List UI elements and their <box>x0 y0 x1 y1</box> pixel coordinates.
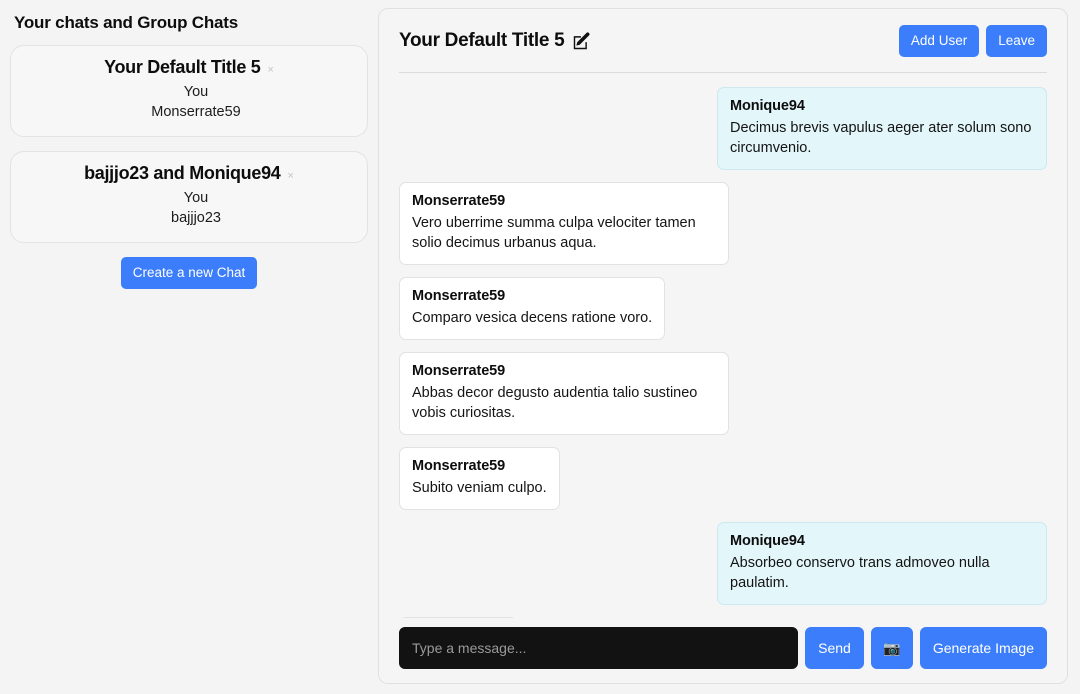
message-input[interactable] <box>399 627 799 669</box>
message-author: Monserrate59 <box>412 287 506 304</box>
message-text: Absorbeo conservo trans admoveo nulla pa… <box>730 554 990 591</box>
chat-card-title-row: bajjjo23 and Monique94 × <box>25 163 353 184</box>
message-text: Comparo vesica decens ratione voro. <box>412 309 653 326</box>
message-composer: Send 📷 Generate Image <box>379 618 1067 683</box>
message-author: Monserrate59 <box>412 362 506 379</box>
leave-button[interactable]: Leave <box>986 25 1047 57</box>
close-icon[interactable]: × <box>267 65 273 76</box>
message-author: Monserrate59 <box>412 457 506 474</box>
message-bubble: Monique94 Absorbeo conservo trans admove… <box>717 521 1047 605</box>
chat-app: Your chats and Group Chats Your Default … <box>0 0 1080 694</box>
chat-card-title-row: Your Default Title 5 × <box>25 57 353 78</box>
message-text: Vero uberrime summa culpa velociter tame… <box>412 214 696 251</box>
sidebar-heading: Your chats and Group Chats <box>14 13 239 32</box>
chat-header-left: Your Default Title 5 <box>399 30 591 52</box>
close-icon[interactable]: × <box>288 171 294 182</box>
message-text: Subito veniam culpo. <box>412 479 547 496</box>
generate-image-button[interactable]: Generate Image <box>919 627 1047 669</box>
message-text: Abbas decor degusto audentia talio susti… <box>412 384 698 421</box>
chat-card-title: bajjjo23 and Monique94 <box>84 163 281 183</box>
new-chat-wrap: Create a new Chat <box>10 257 368 289</box>
sidebar: Your chats and Group Chats Your Default … <box>0 0 378 289</box>
message-row: Monique94 Absorbeo conservo trans admove… <box>399 521 1047 605</box>
chat-card-members: You bajjjo23 <box>25 188 353 228</box>
message-bubble: Monserrate59 Subito veniam culpo. <box>399 446 560 510</box>
message-text: Decimus brevis vapulus aeger ater solum … <box>730 119 1032 156</box>
message-row: Monique94 Decimus brevis vapulus aeger a… <box>399 86 1047 170</box>
message-bubble: Monserrate59 Abbas decor degusto audenti… <box>399 351 729 435</box>
message-row: Monserrate59 Comparo vesica decens ratio… <box>399 276 1047 340</box>
message-bubble: Monserrate59 Vero uberrime summa culpa v… <box>399 181 729 265</box>
camera-icon[interactable]: 📷 <box>870 627 913 669</box>
message-bubble: Monique94 Decimus brevis vapulus aeger a… <box>717 86 1047 170</box>
message-author: Monique94 <box>730 97 805 114</box>
message-author: Monserrate59 <box>412 192 506 209</box>
create-new-chat-button[interactable]: Create a new Chat <box>120 257 258 289</box>
chat-member: Monserrate59 <box>151 104 241 120</box>
message-author: Monique94 <box>730 532 805 549</box>
chat-member: You <box>183 84 209 100</box>
message-row: Monserrate59 Subito veniam culpo. <box>399 446 1047 510</box>
message-row: Monserrate59 Abbas decor degusto audenti… <box>399 351 1047 435</box>
message-bubble: Monserrate59 Comparo vesica decens ratio… <box>399 276 666 340</box>
send-button[interactable]: Send <box>805 627 864 669</box>
pencil-square-icon[interactable] <box>572 32 591 51</box>
chat-member: You <box>183 190 209 206</box>
chat-list-item[interactable]: Your Default Title 5 × You Monserrate59 <box>10 45 368 137</box>
message-row: Monserrate59 Vero uberrime summa culpa v… <box>399 181 1047 265</box>
chat-list-item[interactable]: bajjjo23 and Monique94 × You bajjjo23 <box>10 151 368 243</box>
chat-member: bajjjo23 <box>171 210 221 226</box>
chat-card-members: You Monserrate59 <box>25 82 353 122</box>
chat-card-title: Your Default Title 5 <box>104 57 261 77</box>
add-user-button[interactable]: Add User <box>898 25 980 57</box>
chat-panel: Your Default Title 5 Add User Leave Moni… <box>378 8 1068 684</box>
chat-header-row: Your Default Title 5 Add User Leave <box>399 25 1047 57</box>
chat-header: Your Default Title 5 Add User Leave <box>379 9 1067 73</box>
message-list[interactable]: Monique94 Decimus brevis vapulus aeger a… <box>379 73 1067 618</box>
page-title: Your Default Title 5 <box>399 29 565 51</box>
chat-header-actions: Add User Leave <box>898 25 1047 57</box>
